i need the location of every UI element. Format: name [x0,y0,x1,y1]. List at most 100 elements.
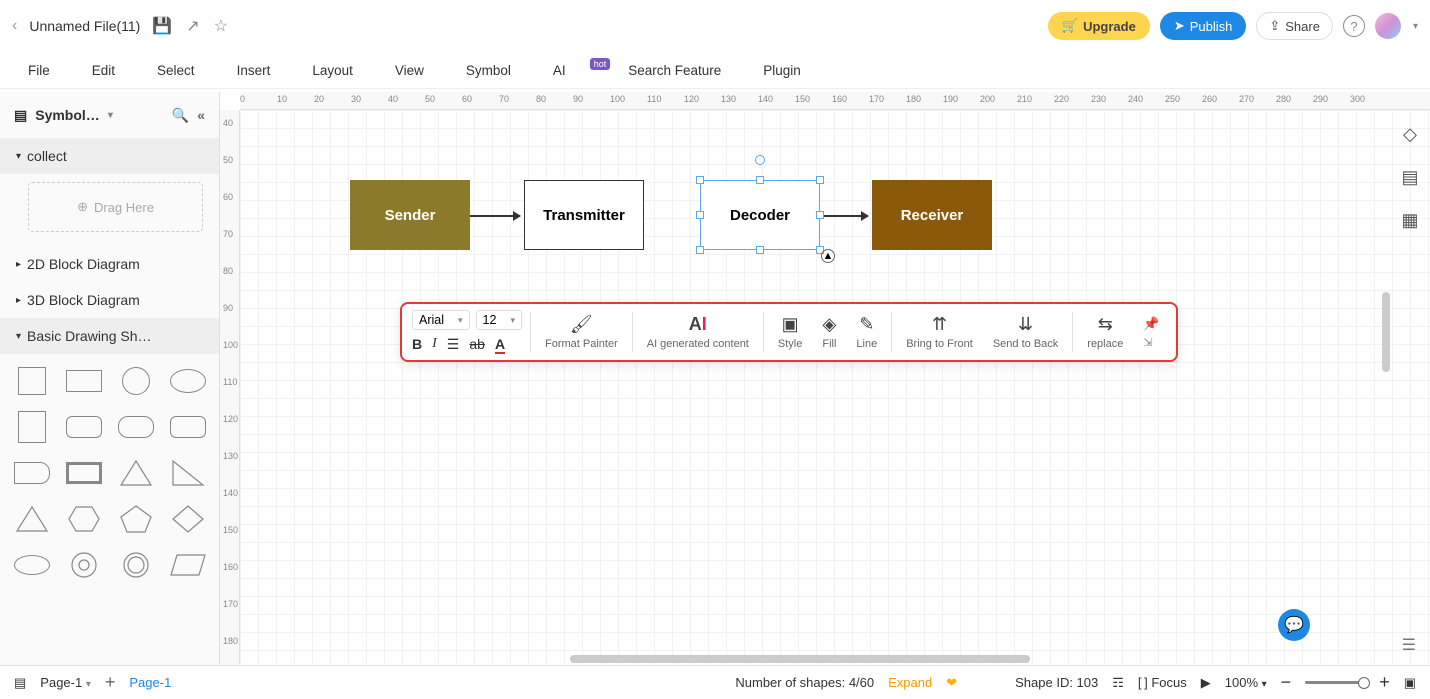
export-icon[interactable]: ↗ [186,16,199,36]
profile-dropdown-icon[interactable]: ▾ [1413,21,1418,32]
library-icon[interactable]: ▤ [14,107,27,124]
ctx-ai-content[interactable]: AIAI generated content [641,314,755,350]
shape-callout[interactable] [10,454,54,492]
add-page-button[interactable]: + [105,672,116,693]
layers-icon[interactable]: ☶ [1112,675,1124,691]
menu-search[interactable]: Search Feature [628,63,721,78]
ctx-font-select[interactable]: Arial▾ [412,310,470,330]
shape-pentagon[interactable] [114,500,158,538]
menu-ai[interactable]: AIhot [553,63,586,78]
shape-rounded-rect-3[interactable] [166,408,210,446]
grid-panel-icon[interactable]: ▦ [1401,210,1418,231]
menu-edit[interactable]: Edit [92,63,115,78]
page-select[interactable]: Page-1 ▾ [40,675,91,690]
menu-layout[interactable]: Layout [312,63,353,78]
resize-handle-e[interactable] [816,211,824,219]
resize-handle-nw[interactable] [696,176,704,184]
search-icon[interactable]: 🔍 [172,107,189,124]
ctx-bold[interactable]: B [412,336,422,354]
panel-dropdown-icon[interactable]: ▾ [108,110,113,121]
resize-corner-icon[interactable]: ☰ [1402,635,1416,655]
ctx-send-back[interactable]: ⇊Send to Back [987,314,1064,350]
arrow-decoder-receiver[interactable] [820,215,868,217]
canvas[interactable]: Sender Transmitter Decoder ▲ Receiver [240,110,1430,665]
node-sender[interactable]: Sender [350,180,470,250]
vertical-scrollbar[interactable] [1382,292,1390,372]
menu-insert[interactable]: Insert [237,63,271,78]
upgrade-button[interactable]: 🛒Upgrade [1048,12,1150,40]
shape-oval[interactable] [10,546,54,584]
resize-handle-s[interactable] [756,246,764,254]
category-collect[interactable]: ▾collect [0,138,219,174]
node-transmitter[interactable]: Transmitter [524,180,644,250]
shape-rounded-rect-2[interactable] [114,408,158,446]
fill-panel-icon[interactable]: ◇ [1403,124,1417,145]
page-tab-1[interactable]: Page-1 [129,675,171,690]
zoom-slider[interactable] [1305,681,1365,684]
properties-panel-icon[interactable]: ▤ [1401,167,1418,188]
file-name[interactable]: Unnamed File(11) [29,18,140,34]
ctx-replace[interactable]: ⇆replace [1081,314,1129,350]
resize-handle-ne[interactable] [816,176,824,184]
avatar[interactable] [1375,13,1401,39]
back-icon[interactable]: ‹ [12,17,17,35]
focus-button[interactable]: [ ] Focus [1138,675,1187,690]
save-icon[interactable]: 💾 [152,16,172,36]
menu-plugin[interactable]: Plugin [763,63,801,78]
node-receiver[interactable]: Receiver [872,180,992,250]
fullscreen-icon[interactable]: ▣ [1404,675,1416,691]
shape-diamond[interactable] [166,500,210,538]
shape-square[interactable] [10,362,54,400]
node-decoder[interactable]: Decoder ▲ [700,180,820,250]
resize-handle-n[interactable] [756,176,764,184]
pin-icon[interactable]: 📌 [1143,316,1159,332]
collapse-panel-icon[interactable]: « [197,107,205,123]
menu-symbol[interactable]: Symbol [466,63,511,78]
ctx-strike[interactable]: ab [469,336,485,354]
zoom-value[interactable]: 100% ▾ [1225,675,1267,690]
zoom-out-button[interactable]: − [1281,672,1292,693]
drag-here-zone[interactable]: ⊕Drag Here [28,182,203,232]
menu-file[interactable]: File [28,63,50,78]
ctx-format-painter[interactable]: 🖌Format Painter [539,314,624,350]
presentation-icon[interactable]: ▶ [1201,675,1211,691]
heart-icon[interactable]: ❤ [946,675,957,691]
category-3d-block[interactable]: ▸3D Block Diagram [0,282,219,318]
resize-handle-sw[interactable] [696,246,704,254]
shape-ellipse[interactable] [166,362,210,400]
ctx-bring-front[interactable]: ⇈Bring to Front [900,314,979,350]
ctx-align[interactable]: ☰ [447,336,460,354]
ctx-style[interactable]: ▣Style [772,314,808,350]
share-button[interactable]: ⇪Share [1256,12,1333,40]
ctx-size-select[interactable]: 12▾ [476,310,522,330]
shape-square-2[interactable] [10,408,54,446]
expand-ctx-icon[interactable]: ⇲ [1143,336,1159,349]
pages-icon[interactable]: ▤ [14,675,26,691]
shape-right-triangle[interactable] [166,454,210,492]
rotate-handle[interactable] [755,155,765,165]
menu-select[interactable]: Select [157,63,195,78]
category-2d-block[interactable]: ▸2D Block Diagram [0,246,219,282]
ctx-fill[interactable]: ◈Fill [816,314,842,350]
chat-button[interactable]: 💬 [1278,609,1310,641]
zoom-in-button[interactable]: + [1379,672,1390,693]
ctx-italic[interactable]: I [432,336,437,354]
shape-hexagon[interactable] [62,500,106,538]
horizontal-scrollbar-track[interactable] [240,653,1380,665]
expand-handle-icon[interactable]: ▲ [821,249,835,263]
help-icon[interactable]: ? [1343,15,1365,37]
publish-button[interactable]: ➤Publish [1160,12,1247,40]
shape-rectangle[interactable] [62,362,106,400]
menu-view[interactable]: View [395,63,424,78]
shape-triangle[interactable] [114,454,158,492]
horizontal-scrollbar-thumb[interactable] [570,655,1030,663]
shape-frame[interactable] [62,454,106,492]
category-basic-shapes[interactable]: ▾Basic Drawing Sh… [0,318,219,354]
resize-handle-w[interactable] [696,211,704,219]
shape-triangle-2[interactable] [10,500,54,538]
ctx-font-color[interactable]: A [495,336,505,354]
ctx-line[interactable]: ✎Line [850,314,883,350]
shape-donut[interactable] [62,546,106,584]
shape-parallelogram[interactable] [166,546,210,584]
shape-circle[interactable] [114,362,158,400]
